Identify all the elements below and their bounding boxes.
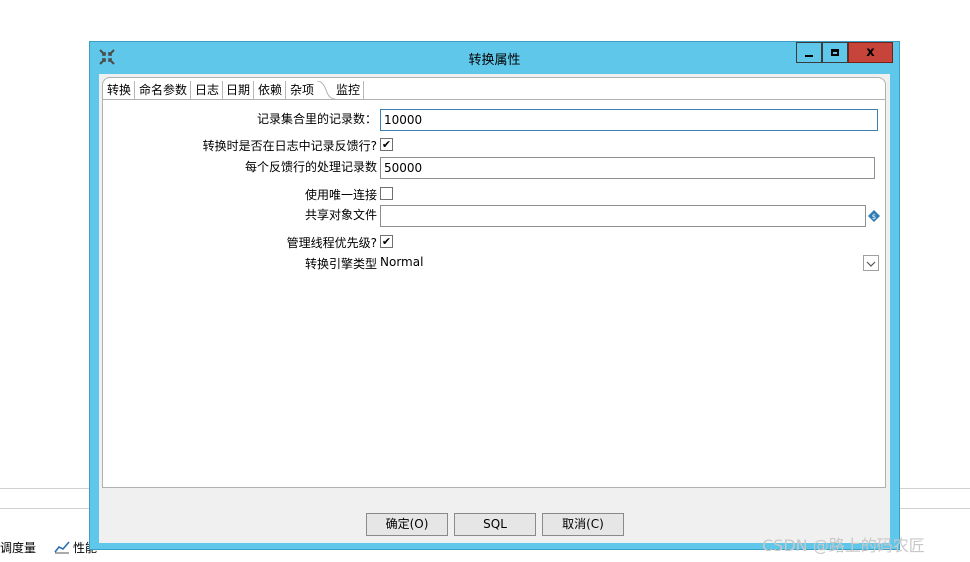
maximize-button[interactable] bbox=[822, 42, 848, 63]
window-title: 转换属性 bbox=[468, 53, 521, 68]
tab-monitoring[interactable]: 监控 bbox=[333, 81, 365, 100]
variable-icon[interactable]: $ bbox=[868, 210, 880, 222]
shared-objects-label: 共享对象文件 bbox=[304, 208, 377, 222]
watermark: CSDN @路上的码农匠 bbox=[762, 536, 925, 555]
log-feedback-label: 转换时是否在日志中记录反馈行? bbox=[202, 139, 377, 153]
background-tab-schedule[interactable]: 调度量 bbox=[0, 536, 36, 558]
thread-priority-label: 管理线程优先级? bbox=[286, 236, 377, 250]
maximize-icon bbox=[831, 49, 839, 56]
svg-text:$: $ bbox=[872, 213, 876, 221]
feedback-size-label: 每个反馈行的处理记录数 bbox=[244, 160, 377, 174]
record-count-input[interactable]: 10000 bbox=[380, 109, 878, 131]
engine-type-dropdown[interactable] bbox=[863, 255, 879, 271]
sql-button[interactable]: SQL bbox=[454, 513, 536, 536]
dialog-window: 转换属性 x 转换 命名参数 日志 日期 依赖 杂项 监控 记录集合里的记录数：… bbox=[89, 41, 900, 550]
engine-type-value[interactable]: Normal bbox=[380, 255, 423, 269]
unique-connections-label: 使用唯一连接 bbox=[304, 188, 377, 202]
ok-button[interactable]: 确定(O) bbox=[366, 513, 448, 536]
dialog-client-area: 转换 命名参数 日志 日期 依赖 杂项 监控 记录集合里的记录数： 10000 … bbox=[99, 74, 890, 543]
record-count-label: 记录集合里的记录数： bbox=[256, 112, 377, 126]
tab-transformation[interactable]: 转换 bbox=[104, 81, 136, 100]
tab-dependencies[interactable]: 依赖 bbox=[255, 81, 287, 100]
chart-line-icon bbox=[54, 540, 70, 554]
shared-objects-input[interactable] bbox=[380, 205, 866, 227]
tab-strip: 转换 命名参数 日志 日期 依赖 杂项 监控 bbox=[102, 77, 886, 100]
feedback-size-input[interactable]: 50000 bbox=[380, 157, 875, 179]
tab-misc[interactable]: 杂项 bbox=[287, 81, 318, 100]
chevron-down-icon bbox=[866, 256, 876, 270]
tab-logging[interactable]: 日志 bbox=[192, 81, 224, 100]
log-feedback-checkbox[interactable]: ✔ bbox=[380, 138, 393, 151]
close-icon: x bbox=[866, 45, 875, 60]
unique-connections-checkbox[interactable] bbox=[380, 187, 393, 200]
title-bar[interactable]: 转换属性 x bbox=[90, 42, 899, 72]
misc-settings-panel: 记录集合里的记录数： 10000 转换时是否在日志中记录反馈行? ✔ 每个反馈行… bbox=[102, 99, 886, 488]
cancel-button[interactable]: 取消(C) bbox=[542, 513, 624, 536]
engine-type-label: 转换引擎类型 bbox=[304, 257, 377, 271]
tab-named-parameters[interactable]: 命名参数 bbox=[136, 81, 192, 100]
thread-priority-checkbox[interactable]: ✔ bbox=[380, 235, 393, 248]
tab-dates[interactable]: 日期 bbox=[223, 81, 255, 100]
minimize-button[interactable] bbox=[796, 42, 822, 63]
minimize-icon bbox=[805, 54, 813, 57]
close-button[interactable]: x bbox=[848, 42, 893, 63]
